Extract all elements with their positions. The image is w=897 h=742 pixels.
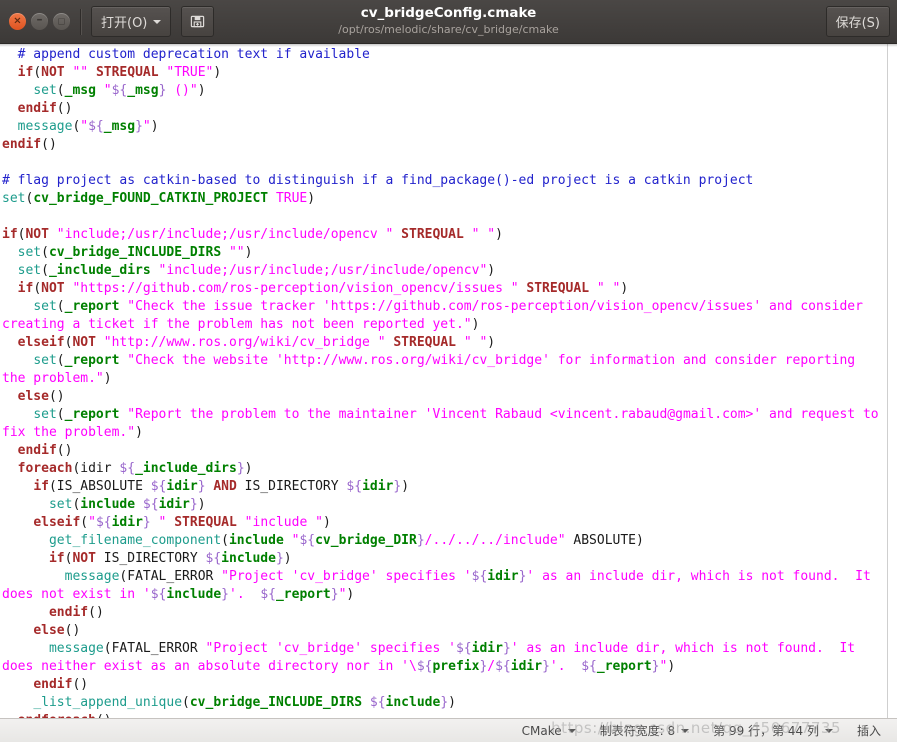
code-line: if(NOT "https://github.com/ros-perceptio… bbox=[17, 281, 629, 296]
save-as-icon bbox=[191, 15, 205, 28]
close-window-button[interactable]: × bbox=[9, 13, 26, 30]
chevron-down-icon bbox=[681, 728, 690, 733]
close-icon: × bbox=[13, 15, 22, 26]
file-path-subtitle: /opt/ros/melodic/share/cv_bridge/cmake bbox=[338, 22, 559, 36]
code-line: endif() bbox=[33, 677, 89, 692]
editor-area[interactable]: # append custom deprecation text if avai… bbox=[0, 44, 897, 718]
code-line: elseif(NOT "http://www.ros.org/wiki/cv_b… bbox=[17, 335, 496, 350]
code-line: message(FATAL_ERROR "Project 'cv_bridge'… bbox=[2, 641, 863, 674]
save-button[interactable]: 保存(S) bbox=[825, 6, 890, 37]
code-line: set(include ${idir}) bbox=[48, 497, 206, 512]
code-line: _list_append_unique(cv_bridge_INCLUDE_DI… bbox=[33, 695, 456, 710]
gedit-window: × – □ 打开(O) cv_bridgeConfig.cmake /opt/r… bbox=[0, 0, 897, 742]
toolbar-divider bbox=[80, 8, 82, 35]
code-line: set(_include_dirs "include;/usr/include;… bbox=[17, 263, 496, 278]
maximize-icon: □ bbox=[57, 16, 66, 25]
code-line: set(_msg "${_msg} ()") bbox=[33, 83, 206, 98]
code-line: set(_report "Check the website 'http://w… bbox=[2, 353, 863, 386]
code-line: endif() bbox=[2, 137, 57, 152]
save-button-label: 保存(S) bbox=[835, 16, 880, 31]
status-bar: https://blog.csdn.net/qq_450677735 CMake… bbox=[0, 718, 897, 742]
save-as-button[interactable] bbox=[181, 6, 215, 37]
page-title: cv_bridgeConfig.cmake bbox=[360, 5, 537, 22]
code-line: if(NOT "" STREQUAL "TRUE") bbox=[17, 65, 222, 80]
window-controls: × – □ bbox=[9, 13, 70, 30]
code-line: elseif("${idir} " STREQUAL "include ") bbox=[33, 515, 331, 530]
code-line: # flag project as catkin-based to distin… bbox=[2, 173, 754, 188]
titlebar-right-slot: 保存(S) bbox=[825, 6, 890, 37]
tab-width-label: 制表符宽度: 8 bbox=[599, 724, 676, 738]
code-line: set(_report "Check the issue tracker 'ht… bbox=[2, 299, 871, 332]
minimize-icon: – bbox=[36, 11, 43, 26]
title-bar: × – □ 打开(O) cv_bridgeConfig.cmake /opt/r… bbox=[0, 0, 897, 44]
code-line: # append custom deprecation text if avai… bbox=[17, 47, 370, 62]
maximize-window-button[interactable]: □ bbox=[53, 13, 70, 30]
minimize-window-button[interactable]: – bbox=[31, 13, 48, 30]
source-code-view[interactable]: # append custom deprecation text if avai… bbox=[0, 44, 897, 718]
code-line: endif() bbox=[17, 443, 73, 458]
code-line: if(NOT "include;/usr/include;/usr/includ… bbox=[2, 227, 503, 242]
code-line: message(FATAL_ERROR "Project 'cv_bridge'… bbox=[2, 569, 879, 602]
tab-width-selector[interactable]: 制表符宽度: 8 bbox=[588, 722, 702, 739]
chevron-down-icon bbox=[567, 728, 576, 733]
chevron-down-icon bbox=[824, 728, 833, 733]
code-line: set(_report "Report the problem to the m… bbox=[2, 407, 887, 440]
chevron-down-icon bbox=[153, 19, 162, 24]
code-line: else() bbox=[33, 623, 81, 638]
code-line: endif() bbox=[48, 605, 104, 620]
code-line: if(IS_ABSOLUTE ${idir} AND IS_DIRECTORY … bbox=[33, 479, 410, 494]
code-line: endif() bbox=[17, 101, 73, 116]
code-line: set(cv_bridge_INCLUDE_DIRS "") bbox=[17, 245, 253, 260]
code-line: foreach(idir ${_include_dirs}) bbox=[17, 461, 253, 476]
code-line: message("${_msg}") bbox=[17, 119, 159, 134]
code-line: get_filename_component(include "${cv_bri… bbox=[48, 533, 644, 548]
code-line: if(NOT IS_DIRECTORY ${include}) bbox=[48, 551, 292, 566]
open-file-button[interactable]: 打开(O) bbox=[91, 6, 172, 37]
language-selector[interactable]: CMake bbox=[510, 724, 588, 738]
cursor-position-selector[interactable]: 第 99 行，第 44 列 bbox=[701, 722, 845, 739]
code-line: else() bbox=[17, 389, 65, 404]
language-label: CMake bbox=[521, 723, 562, 738]
open-file-label: 打开(O) bbox=[101, 16, 148, 31]
code-line: set(cv_bridge_FOUND_CATKIN_PROJECT TRUE) bbox=[2, 191, 316, 206]
vertical-scrollbar[interactable] bbox=[887, 44, 888, 718]
insert-mode-indicator[interactable]: 插入 bbox=[845, 722, 887, 739]
cursor-position-label: 第 99 行，第 44 列 bbox=[713, 724, 819, 738]
insert-mode-label: 插入 bbox=[856, 724, 881, 738]
